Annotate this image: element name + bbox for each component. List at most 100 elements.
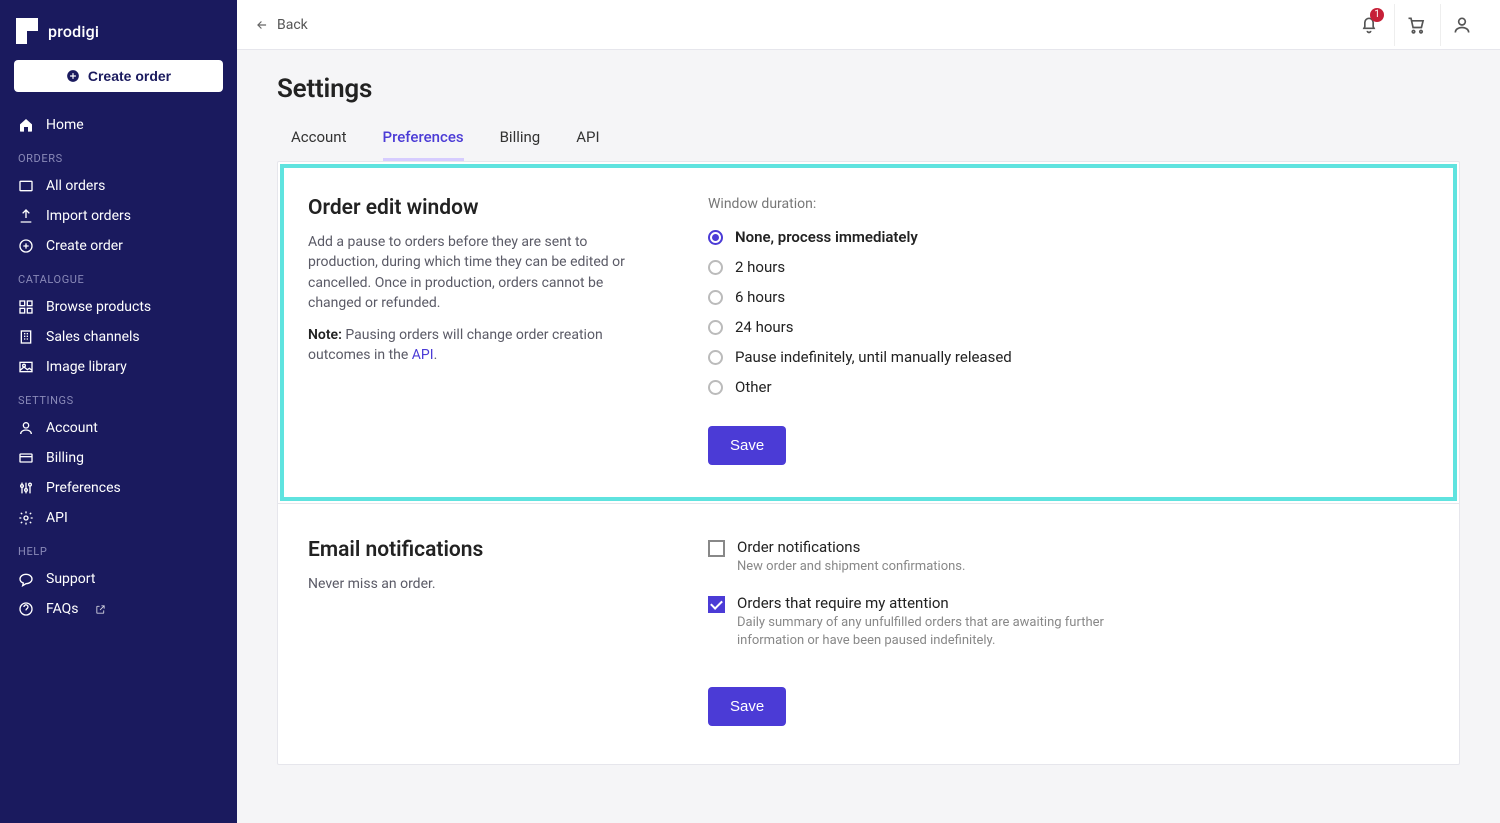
image-icon bbox=[18, 359, 34, 375]
radio-icon bbox=[708, 350, 723, 365]
gear-icon bbox=[18, 510, 34, 526]
api-link[interactable]: API bbox=[412, 347, 434, 363]
order-edit-save-button[interactable]: Save bbox=[708, 426, 786, 465]
duration-option-2h[interactable]: 2 hours bbox=[708, 258, 1419, 276]
nav-section-catalogue: CATALOGUE bbox=[14, 261, 223, 292]
email-title: Email notifications bbox=[308, 538, 638, 562]
checkbox-icon bbox=[708, 596, 725, 613]
back-link[interactable]: Back bbox=[255, 17, 308, 33]
notifications-button[interactable]: 1 bbox=[1348, 4, 1390, 46]
home-icon bbox=[18, 117, 34, 133]
radio-label: 2 hours bbox=[735, 258, 785, 276]
checkbox-label: Order notifications bbox=[737, 538, 965, 556]
tab-account[interactable]: Account bbox=[291, 122, 347, 161]
grid-icon bbox=[18, 299, 34, 315]
nav-label: Support bbox=[46, 571, 95, 587]
nav-label: API bbox=[46, 510, 68, 526]
brand-name: prodigi bbox=[48, 22, 99, 41]
nav-import-orders[interactable]: Import orders bbox=[14, 201, 223, 231]
checkbox-label: Orders that require my attention bbox=[737, 594, 1157, 612]
chat-icon bbox=[18, 571, 34, 587]
nav-label: All orders bbox=[46, 178, 105, 194]
checkbox-order-notifications[interactable]: Order notifications New order and shipme… bbox=[708, 538, 1419, 576]
nav-label: FAQs bbox=[46, 601, 79, 617]
help-circle-icon bbox=[18, 601, 34, 617]
cart-button[interactable] bbox=[1394, 4, 1436, 46]
duration-option-indefinite[interactable]: Pause indefinitely, until manually relea… bbox=[708, 348, 1419, 366]
radio-label: Pause indefinitely, until manually relea… bbox=[735, 348, 1012, 366]
nav-image-library[interactable]: Image library bbox=[14, 352, 223, 382]
checkbox-icon bbox=[708, 540, 725, 557]
upload-icon bbox=[18, 208, 34, 224]
sliders-icon bbox=[18, 480, 34, 496]
plus-circle-icon bbox=[66, 69, 80, 83]
nav-label: Account bbox=[46, 420, 98, 436]
email-section: Email notifications Never miss an order.… bbox=[278, 503, 1459, 764]
tab-api[interactable]: API bbox=[576, 122, 599, 161]
checkbox-text: Orders that require my attention Daily s… bbox=[737, 594, 1157, 650]
nav-home[interactable]: Home bbox=[14, 110, 223, 140]
nav-faqs[interactable]: FAQs bbox=[14, 594, 223, 624]
note-period: . bbox=[434, 347, 438, 363]
back-label: Back bbox=[277, 17, 308, 33]
email-desc: Never miss an order. bbox=[308, 574, 638, 594]
duration-option-24h[interactable]: 24 hours bbox=[708, 318, 1419, 336]
checkbox-text: Order notifications New order and shipme… bbox=[737, 538, 965, 576]
notification-badge: 1 bbox=[1370, 8, 1384, 22]
create-order-label: Create order bbox=[88, 68, 171, 84]
nav-preferences[interactable]: Preferences bbox=[14, 473, 223, 503]
tab-billing[interactable]: Billing bbox=[500, 122, 541, 161]
nav-api[interactable]: API bbox=[14, 503, 223, 533]
checkbox-attention-orders[interactable]: Orders that require my attention Daily s… bbox=[708, 594, 1419, 650]
note-label: Note: bbox=[308, 327, 342, 343]
order-edit-desc: Add a pause to orders before they are se… bbox=[308, 232, 638, 313]
email-save-button[interactable]: Save bbox=[708, 687, 786, 726]
nav-browse-products[interactable]: Browse products bbox=[14, 292, 223, 322]
orders-icon bbox=[18, 178, 34, 194]
order-edit-title: Order edit window bbox=[308, 196, 638, 220]
order-edit-info: Order edit window Add a pause to orders … bbox=[308, 196, 638, 465]
nav-label: Browse products bbox=[46, 299, 151, 315]
duration-option-none[interactable]: None, process immediately bbox=[708, 228, 1419, 246]
duration-label: Window duration: bbox=[708, 196, 1419, 212]
brand-logo[interactable]: prodigi bbox=[14, 14, 223, 60]
nav-sales-channels[interactable]: Sales channels bbox=[14, 322, 223, 352]
email-info: Email notifications Never miss an order. bbox=[308, 538, 638, 726]
nav-billing[interactable]: Billing bbox=[14, 443, 223, 473]
user-icon bbox=[18, 420, 34, 436]
settings-tabs: Account Preferences Billing API bbox=[277, 122, 1460, 161]
nav-label: Sales channels bbox=[46, 329, 140, 345]
profile-button[interactable] bbox=[1440, 4, 1482, 46]
nav-home-label: Home bbox=[46, 117, 84, 133]
order-edit-form: Window duration: None, process immediate… bbox=[708, 196, 1419, 465]
nav-label: Image library bbox=[46, 359, 127, 375]
radio-label: Other bbox=[735, 378, 772, 396]
note-text: Pausing orders will change order creatio… bbox=[308, 327, 603, 363]
topbar-actions: 1 bbox=[1348, 4, 1482, 46]
nav-account[interactable]: Account bbox=[14, 413, 223, 443]
nav-section-help: HELP bbox=[14, 533, 223, 564]
radio-label: 6 hours bbox=[735, 288, 785, 306]
cart-icon bbox=[1406, 15, 1426, 35]
nav-section-settings: SETTINGS bbox=[14, 382, 223, 413]
external-link-icon bbox=[95, 604, 106, 615]
content: Settings Account Preferences Billing API… bbox=[237, 50, 1500, 823]
nav-create-order[interactable]: Create order bbox=[14, 231, 223, 261]
tab-preferences[interactable]: Preferences bbox=[383, 122, 464, 161]
radio-label: 24 hours bbox=[735, 318, 794, 336]
radio-icon bbox=[708, 260, 723, 275]
logo-mark-icon bbox=[16, 18, 38, 44]
radio-icon bbox=[708, 380, 723, 395]
nav-support[interactable]: Support bbox=[14, 564, 223, 594]
radio-icon bbox=[708, 290, 723, 305]
nav-all-orders[interactable]: All orders bbox=[14, 171, 223, 201]
nav-label: Preferences bbox=[46, 480, 121, 496]
plus-circle-icon bbox=[18, 238, 34, 254]
duration-option-other[interactable]: Other bbox=[708, 378, 1419, 396]
topbar: Back 1 bbox=[237, 0, 1500, 50]
preferences-panel: Order edit window Add a pause to orders … bbox=[277, 161, 1460, 765]
main-area: Back 1 Settings Account Preferences Bill… bbox=[237, 0, 1500, 823]
arrow-left-icon bbox=[255, 18, 269, 32]
create-order-button[interactable]: Create order bbox=[14, 60, 223, 92]
duration-option-6h[interactable]: 6 hours bbox=[708, 288, 1419, 306]
